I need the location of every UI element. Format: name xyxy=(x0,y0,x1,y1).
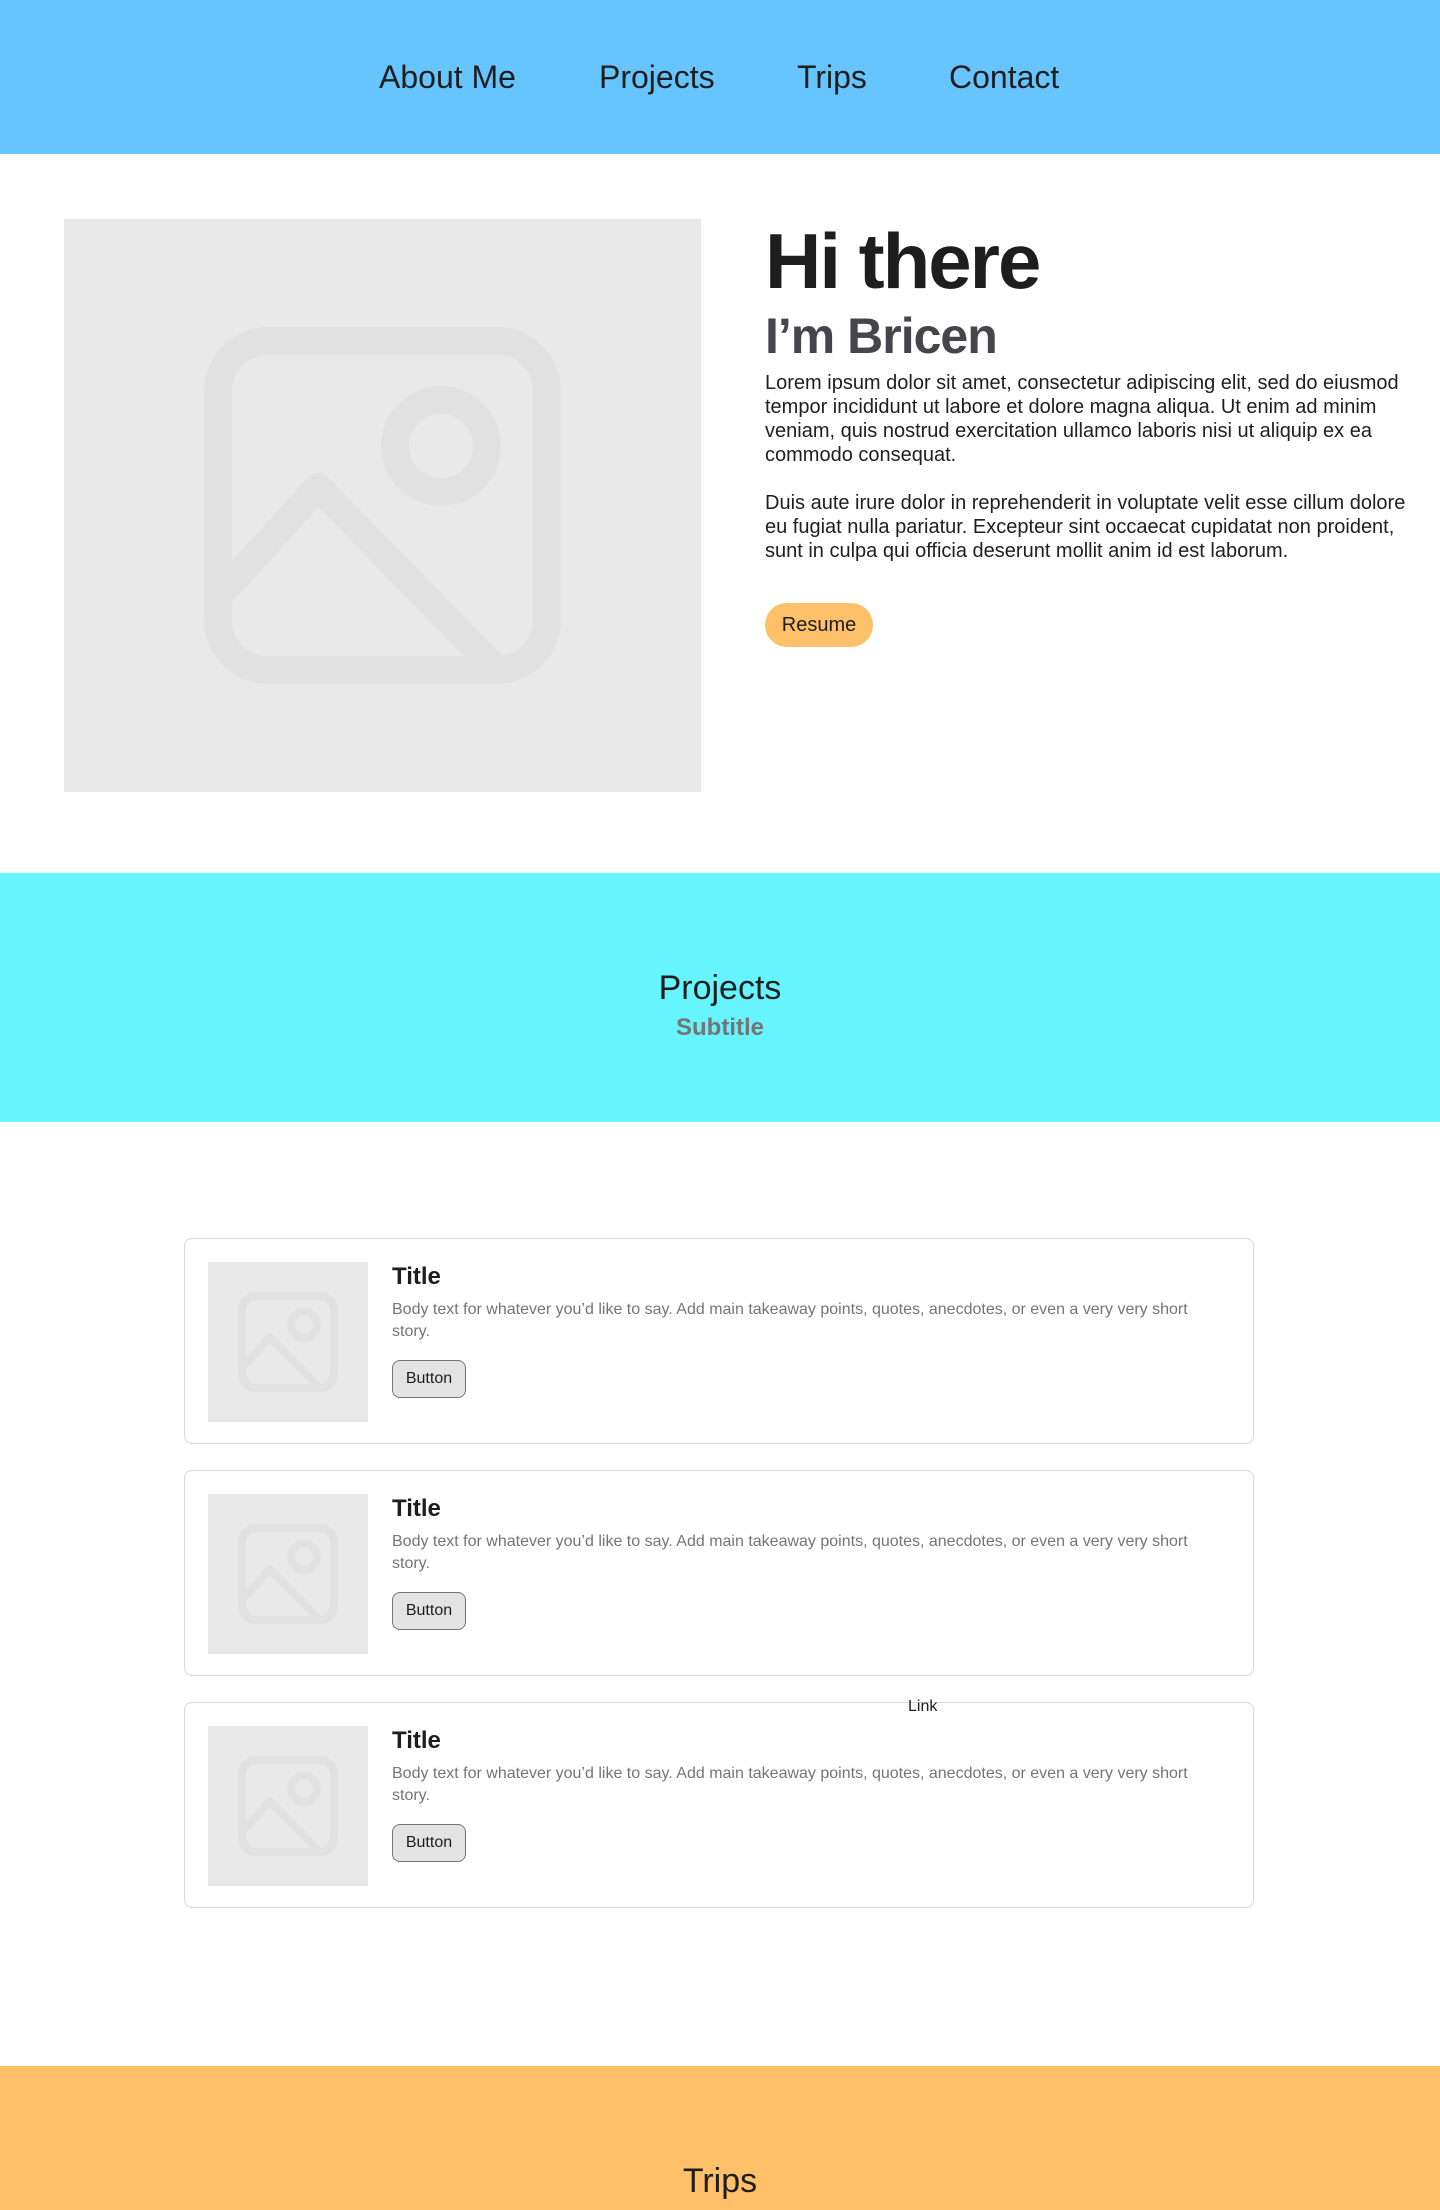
nav-link-projects[interactable]: Projects xyxy=(599,55,715,99)
projects-section-title: Projects xyxy=(658,969,782,1007)
image-placeholder-icon xyxy=(238,1292,338,1392)
resume-button[interactable]: Resume xyxy=(765,603,873,647)
image-placeholder-icon xyxy=(238,1756,338,1856)
nav-link-trips[interactable]: Trips xyxy=(797,55,867,99)
card-button[interactable]: Button xyxy=(392,1360,466,1398)
card-body-text: Body text for whatever you’d like to say… xyxy=(392,1301,1188,1340)
card-image-placeholder xyxy=(208,1494,368,1654)
projects-section-subtitle: Subtitle xyxy=(676,1014,764,1041)
project-card: Title Body text for whatever you’d like … xyxy=(184,1702,1254,1908)
image-placeholder-icon xyxy=(238,1524,338,1624)
card-button[interactable]: Button xyxy=(392,1824,466,1862)
card-body-text: Body text for whatever you’d like to say… xyxy=(392,1765,1188,1804)
link[interactable]: Link xyxy=(908,1697,937,1717)
card-body-text: Body text for whatever you’d like to say… xyxy=(392,1533,1188,1572)
trips-section-title: Trips xyxy=(682,2162,758,2200)
hero-title: Hi there xyxy=(765,217,1041,305)
project-card: Title Body text for whatever you’d like … xyxy=(184,1238,1254,1444)
card-image-placeholder xyxy=(208,1262,368,1422)
hero-paragraph-2: Duis aute irure dolor in reprehenderit i… xyxy=(765,492,1406,562)
hero-subtitle: I’m Bricen xyxy=(765,308,998,364)
card-title: Title xyxy=(392,1727,441,1754)
project-card: Title Body text for whatever you’d like … xyxy=(184,1470,1254,1676)
nav-link-contact[interactable]: Contact xyxy=(949,55,1059,99)
card-title: Title xyxy=(392,1495,441,1522)
projects-section-header: Projects Subtitle xyxy=(0,873,1440,1122)
trips-section-header: Trips xyxy=(0,2066,1440,2210)
top-navigation-bar: About Me Projects Trips Contact xyxy=(0,0,1440,154)
hero-paragraph-1: Lorem ipsum dolor sit amet, consectetur … xyxy=(765,372,1399,466)
card-title: Title xyxy=(392,1263,441,1290)
card-button[interactable]: Button xyxy=(392,1592,466,1630)
image-placeholder-icon xyxy=(204,327,561,684)
card-image-placeholder xyxy=(208,1726,368,1886)
nav-link-about-me[interactable]: About Me xyxy=(379,55,516,99)
hero-image-placeholder xyxy=(64,219,701,792)
